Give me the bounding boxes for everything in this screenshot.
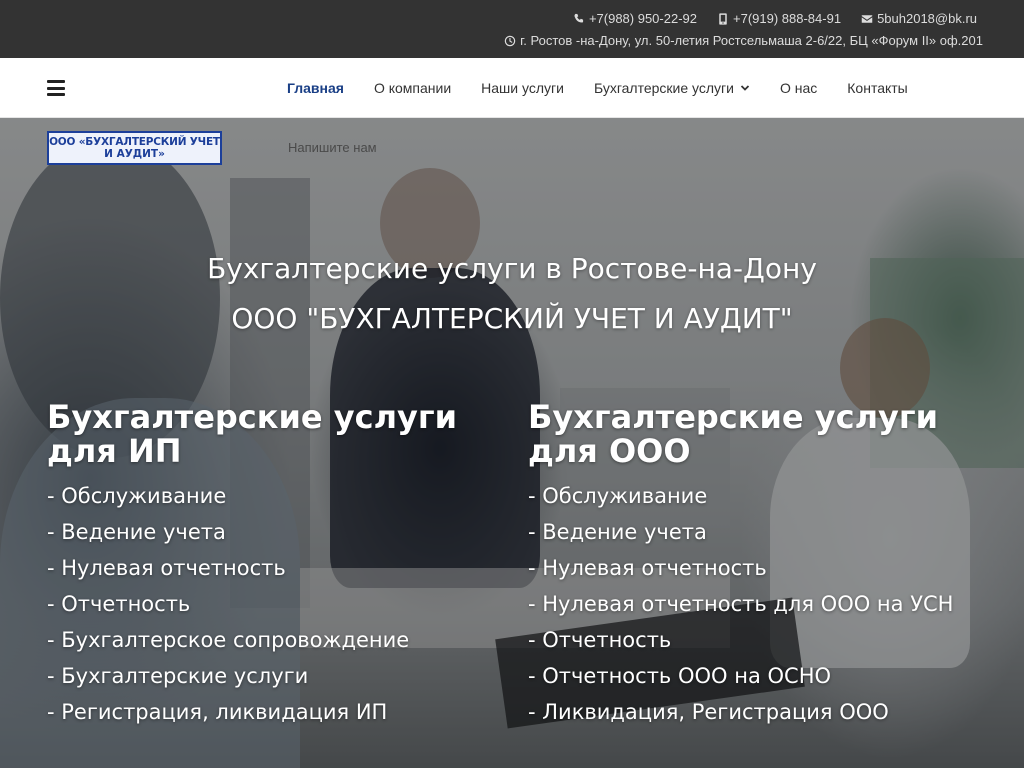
nav-contacts[interactable]: Контакты xyxy=(847,80,907,96)
clock-icon xyxy=(504,35,516,46)
ip-service-item[interactable]: - Отчетность xyxy=(47,586,497,622)
chevron-down-icon xyxy=(740,85,750,91)
ip-services-list: - Обслуживание - Ведение учета - Нулевая… xyxy=(47,478,497,730)
phone-1[interactable]: +7(988) 950-22-92 xyxy=(573,11,697,26)
nav-accounting-services[interactable]: Бухгалтерские услуги xyxy=(594,80,750,96)
contact-row: +7(988) 950-22-92 +7(919) 888-84-91 5buh… xyxy=(573,11,977,26)
ip-service-item[interactable]: - Ведение учета xyxy=(47,514,497,550)
phone-1-text: +7(988) 950-22-92 xyxy=(588,11,697,26)
hero-section: ООО «БУХГАЛТЕРСКИЙ УЧЕТ И АУДИТ» Напишит… xyxy=(0,118,1024,768)
ip-service-item[interactable]: - Обслуживание xyxy=(47,478,497,514)
nav-about-company[interactable]: О компании xyxy=(374,80,451,96)
ip-services-heading: Бухгалтерские услуги для ИП xyxy=(47,398,458,470)
phone-2[interactable]: +7(919) 888-84-91 xyxy=(717,11,841,26)
main-navbar: Главная О компании Наши услуги Бухгалтер… xyxy=(0,58,1024,118)
ooo-service-item[interactable]: - Нулевая отчетность для ООО на УСН xyxy=(528,586,988,622)
address-text: г. Ростов -на-Дону, ул. 50-летия Ростсел… xyxy=(520,33,983,48)
top-bar: +7(988) 950-22-92 +7(919) 888-84-91 5buh… xyxy=(0,0,1024,58)
ip-service-item[interactable]: - Бухгалтерское сопровождение xyxy=(47,622,497,658)
ooo-services-heading: Бухгалтерские услуги для ООО xyxy=(528,398,939,470)
phone-icon xyxy=(574,13,584,23)
write-us-link[interactable]: Напишите нам xyxy=(288,140,377,155)
main-nav: Главная О компании Наши услуги Бухгалтер… xyxy=(287,58,908,118)
nav-about-us[interactable]: О нас xyxy=(780,80,817,96)
hero-subtitle: ООО "БУХГАЛТЕРСКИЙ УЧЕТ И АУДИТ" xyxy=(231,302,793,335)
logo-line-1: ООО «БУХГАЛТЕРСКИЙ УЧЕТ xyxy=(49,135,220,148)
ip-services-column: Бухгалтерские услуги для ИП - Обслуживан… xyxy=(47,400,497,730)
envelope-icon xyxy=(861,14,873,23)
nav-our-services[interactable]: Наши услуги xyxy=(481,80,564,96)
company-logo[interactable]: ООО «БУХГАЛТЕРСКИЙ УЧЕТ И АУДИТ» xyxy=(47,131,222,165)
ooo-service-item[interactable]: - Нулевая отчетность xyxy=(528,550,988,586)
ip-service-item[interactable]: - Бухгалтерские услуги xyxy=(47,658,497,694)
email-text: 5buh2018@bk.ru xyxy=(877,11,977,26)
ooo-service-item[interactable]: - Обслуживание xyxy=(528,478,988,514)
hero-title: Бухгалтерские услуги в Ростове-на-Дону xyxy=(207,252,817,285)
ooo-service-item[interactable]: - Ведение учета xyxy=(528,514,988,550)
nav-accounting-services-label: Бухгалтерские услуги xyxy=(593,80,734,96)
logo-line-2: И АУДИТ» xyxy=(104,148,165,160)
mobile-icon xyxy=(719,12,727,25)
nav-home[interactable]: Главная xyxy=(287,80,344,96)
ip-service-item[interactable]: - Нулевая отчетность xyxy=(47,550,497,586)
phone-2-text: +7(919) 888-84-91 xyxy=(733,11,842,26)
hamburger-menu-icon[interactable] xyxy=(47,80,65,96)
ooo-service-item[interactable]: - Отчетность ООО на ОСНО xyxy=(528,658,988,694)
ooo-service-item[interactable]: - Ликвидация, Регистрация ООО xyxy=(528,694,988,730)
ooo-service-item[interactable]: - Отчетность xyxy=(528,622,988,658)
ip-service-item[interactable]: - Регистрация, ликвидация ИП xyxy=(47,694,497,730)
ooo-services-list: - Обслуживание - Ведение учета - Нулевая… xyxy=(528,478,988,730)
ooo-services-column: Бухгалтерские услуги для ООО - Обслужива… xyxy=(528,400,988,730)
address-row: г. Ростов -на-Дону, ул. 50-летия Ростсел… xyxy=(504,33,983,50)
email[interactable]: 5buh2018@bk.ru xyxy=(861,11,977,26)
